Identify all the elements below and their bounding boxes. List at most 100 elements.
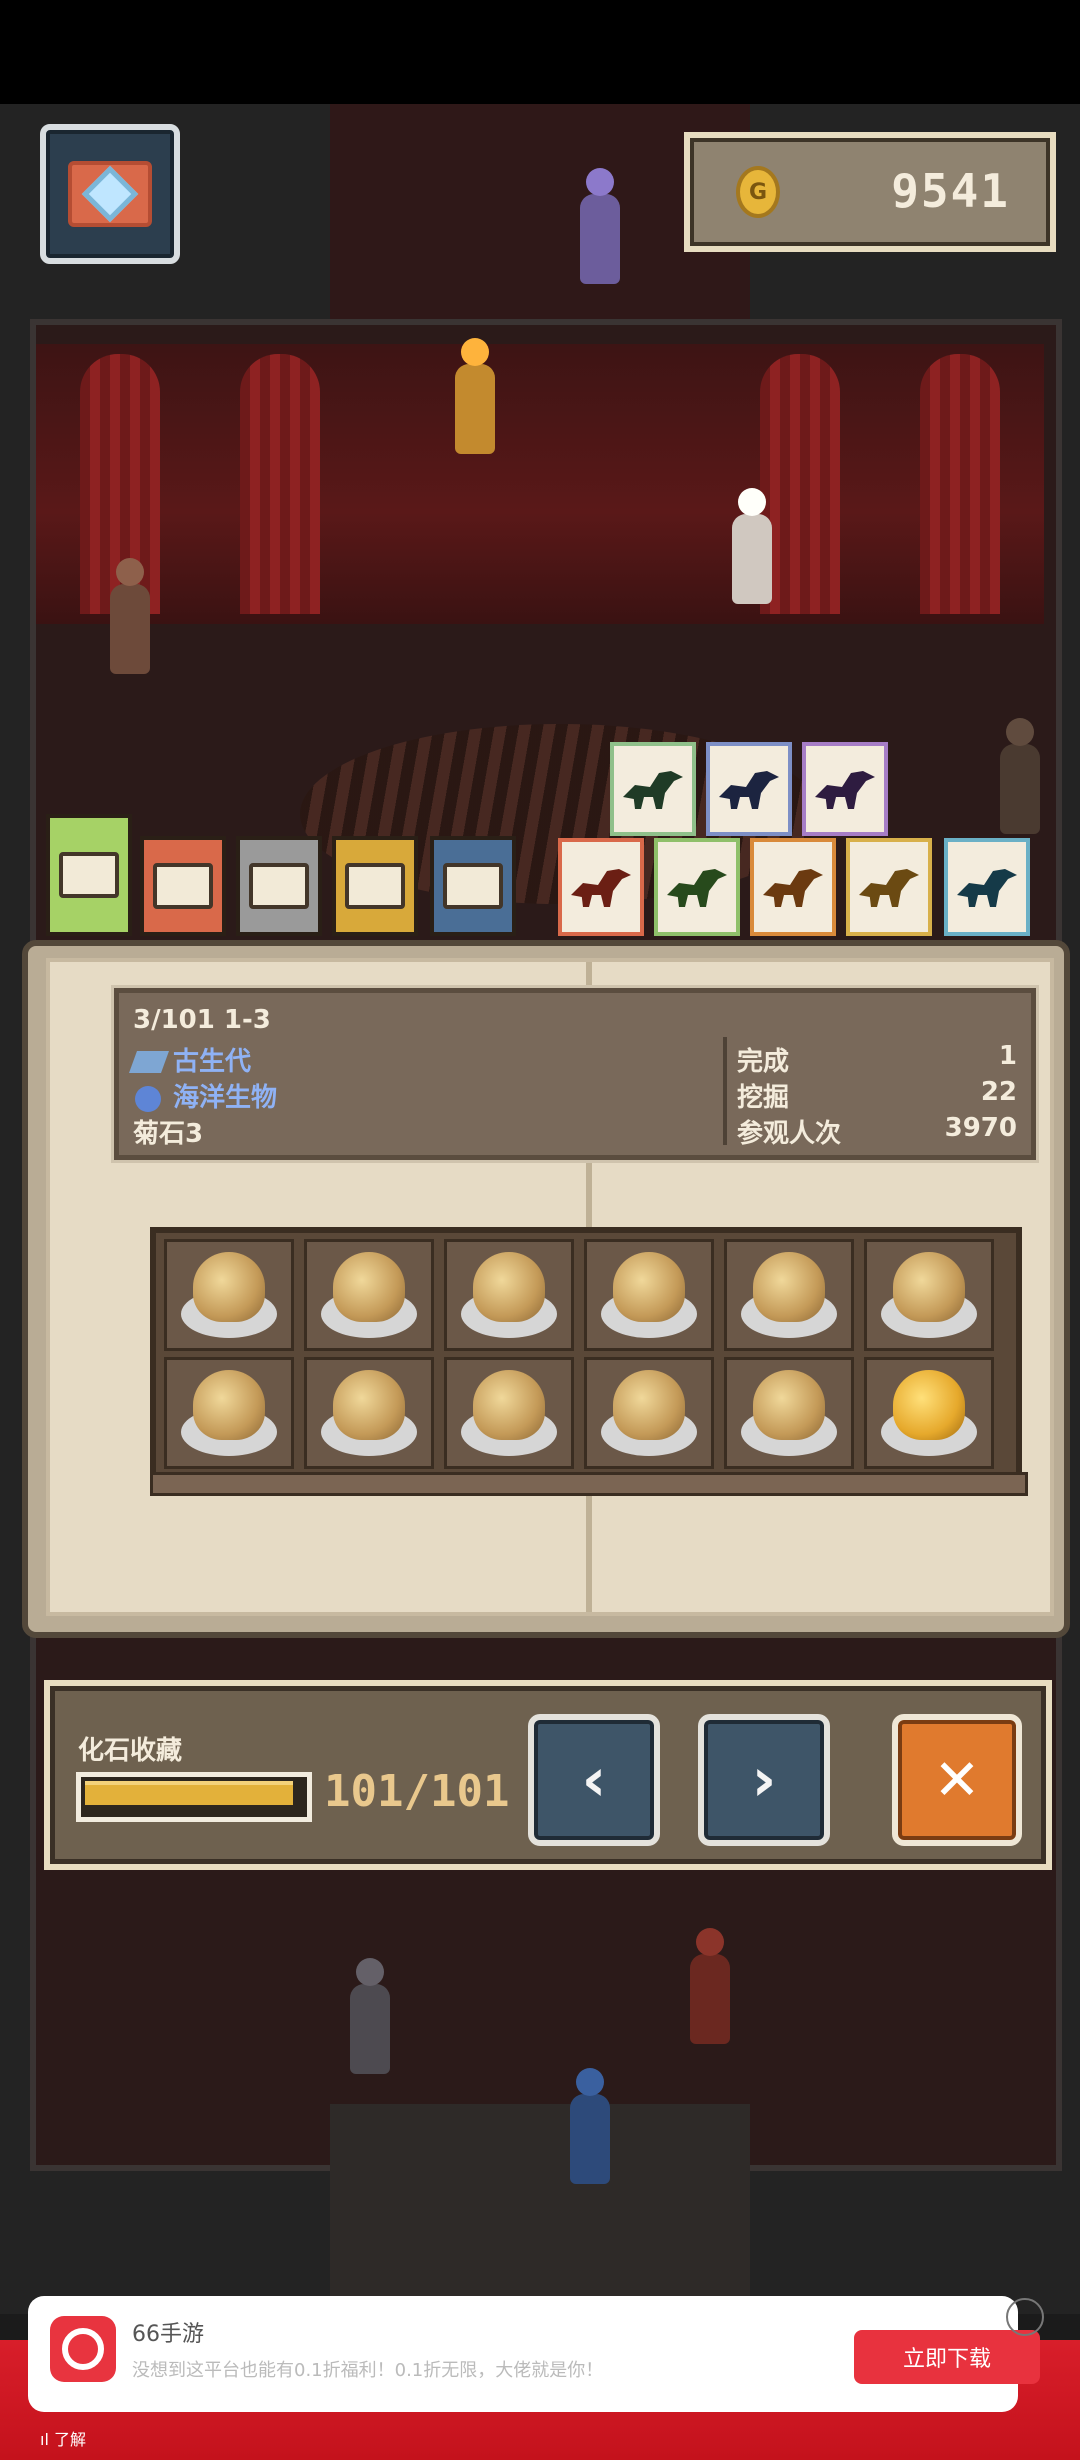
chest-icon <box>249 863 309 909</box>
chest-icon <box>345 863 405 909</box>
ad-description: 没想到这平台也能有0.1折福利！0.1折无限，大佬就是你！ <box>132 2360 604 2381</box>
sauropod-tab[interactable] <box>610 742 696 836</box>
visitor <box>1000 744 1040 834</box>
red-tab[interactable] <box>140 836 226 936</box>
collection-label: 化石收藏 <box>78 1736 183 1766</box>
shelf-base <box>150 1472 1028 1496</box>
dinosaur-icon <box>667 869 727 907</box>
fossil-icon <box>193 1370 265 1440</box>
stat-label: 参观人次 <box>737 1119 842 1149</box>
fossil-icon <box>193 1252 265 1322</box>
fossil-icon <box>333 1370 405 1440</box>
camera-icon <box>68 161 152 227</box>
visitor <box>455 364 495 454</box>
collection-progress <box>76 1772 312 1822</box>
visitor <box>732 514 772 604</box>
fossil-shelf <box>150 1227 1022 1491</box>
fossil-slot[interactable] <box>164 1357 294 1469</box>
fossil-icon <box>753 1252 825 1322</box>
curtain <box>240 354 320 614</box>
dinosaur-icon <box>719 771 779 809</box>
gray-tab[interactable] <box>236 836 322 936</box>
visitor <box>690 1954 730 2044</box>
fossil-icon <box>753 1370 825 1440</box>
visitor <box>110 584 150 674</box>
yellow-tab[interactable] <box>332 836 418 936</box>
dinosaur-icon <box>623 771 683 809</box>
fossil-index: 3/101 1-3 <box>133 1005 271 1035</box>
ad-close-icon[interactable] <box>1006 2298 1044 2336</box>
raptor-tab[interactable] <box>654 838 740 936</box>
visitor <box>350 1984 390 2074</box>
fossil-icon <box>473 1370 545 1440</box>
curtain <box>920 354 1000 614</box>
sea-icon <box>135 1086 161 1112</box>
chevron-right-icon: › <box>751 1745 777 1815</box>
coin-icon: G <box>736 166 780 218</box>
trex-tab[interactable] <box>558 838 644 936</box>
fossil-slot[interactable] <box>724 1239 854 1351</box>
dinosaur-icon <box>859 869 919 907</box>
ad-banner[interactable]: 66手游 没想到这平台也能有0.1折福利！0.1折无限，大佬就是你！ 立即下载 <box>28 2296 1040 2412</box>
fossil-icon <box>473 1252 545 1322</box>
plant-tab[interactable] <box>944 838 1030 936</box>
fossil-slot[interactable] <box>584 1357 714 1469</box>
fossil-era: 古生代 <box>173 1047 252 1077</box>
close-button[interactable]: ✕ <box>892 1714 1022 1846</box>
ptero-tab[interactable] <box>846 838 932 936</box>
progress-fill <box>85 1781 293 1805</box>
download-button[interactable]: 立即下载 <box>854 2330 1040 2384</box>
longneck-tab[interactable] <box>706 742 792 836</box>
mammoth-tab[interactable] <box>802 742 888 836</box>
curtain <box>760 354 840 614</box>
status-bar-area <box>0 0 1080 104</box>
stego-tab[interactable] <box>750 838 836 936</box>
fossil-info-panel: 3/101 1-3 古生代 海洋生物 菊石3 完成 1 挖掘 22 参观人次 3… <box>114 988 1036 1160</box>
stat-divider <box>723 1037 727 1145</box>
coin-counter: G 9541 <box>684 132 1056 252</box>
fossil-slot[interactable] <box>584 1239 714 1351</box>
prev-button[interactable]: ‹ <box>528 1714 660 1846</box>
fossil-slot[interactable] <box>164 1239 294 1351</box>
chevron-left-icon: ‹ <box>581 1745 607 1815</box>
fossil-slot[interactable] <box>864 1239 994 1351</box>
collection-count: 101/101 <box>324 1766 510 1817</box>
stat-label: 挖掘 <box>737 1083 790 1113</box>
dinosaur-icon <box>815 771 875 809</box>
ad-title: 66手游 <box>132 2322 204 2347</box>
fossil-slot[interactable] <box>444 1239 574 1351</box>
fossil-slot[interactable] <box>444 1357 574 1469</box>
fossil-slot[interactable] <box>864 1357 994 1469</box>
camera-button[interactable] <box>40 124 180 264</box>
chest-icon <box>443 863 503 909</box>
stat-value: 22 <box>980 1077 1017 1107</box>
dinosaur-icon <box>957 869 1017 907</box>
ad-footer: ıl 了解 <box>40 2430 86 2449</box>
close-icon: ✕ <box>933 1747 981 1813</box>
chest-icon <box>153 863 213 909</box>
book-page: 3/101 1-3 古生代 海洋生物 菊石3 完成 1 挖掘 22 参观人次 3… <box>46 958 1054 1616</box>
era-icon <box>128 1051 170 1073</box>
next-button[interactable]: › <box>698 1714 830 1846</box>
fossil-icon <box>613 1252 685 1322</box>
visitor <box>580 194 620 284</box>
stat-value: 1 <box>998 1041 1017 1071</box>
fossil-category: 海洋生物 <box>173 1083 278 1113</box>
fossil-slot[interactable] <box>304 1239 434 1351</box>
fossil-book: 3/101 1-3 古生代 海洋生物 菊石3 完成 1 挖掘 22 参观人次 3… <box>22 940 1070 1638</box>
fossil-icon <box>893 1370 965 1440</box>
fossil-slot[interactable] <box>304 1357 434 1469</box>
red-wall <box>36 344 1044 624</box>
dinosaur-icon <box>763 869 823 907</box>
fossil-slot[interactable] <box>724 1357 854 1469</box>
fossil-icon <box>333 1252 405 1322</box>
chest-icon <box>59 852 119 898</box>
fossil-name: 菊石3 <box>133 1119 204 1149</box>
barrel-tab[interactable] <box>46 814 132 936</box>
fossil-icon <box>613 1370 685 1440</box>
collection-bar: 化石收藏 101/101 ‹ › ✕ <box>44 1680 1052 1870</box>
dinosaur-icon <box>571 869 631 907</box>
blue-tab[interactable] <box>430 836 516 936</box>
visitor <box>570 2094 610 2184</box>
stat-value: 3970 <box>944 1113 1017 1143</box>
